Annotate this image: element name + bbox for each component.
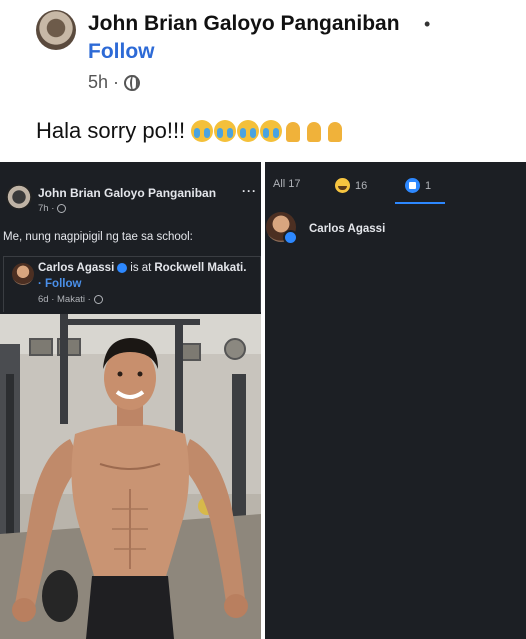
shared-author-avatar[interactable] xyxy=(12,263,34,285)
reactions-panel: All 17 16 1 Carlos Agassi xyxy=(265,162,526,639)
post-time-text: 7h · xyxy=(38,203,55,214)
post-time-text: 5h · xyxy=(88,72,120,92)
loudly-crying-face-icon xyxy=(191,120,214,142)
post-timestamp[interactable]: 5h · xyxy=(88,72,141,93)
author-avatar[interactable] xyxy=(36,10,76,50)
location-link[interactable]: Rockwell Makati. xyxy=(154,262,246,274)
is-at-text: is at xyxy=(130,262,152,274)
reactor-name[interactable]: Carlos Agassi xyxy=(309,223,385,235)
loudly-crying-face-icon xyxy=(260,120,283,142)
name-separator: • xyxy=(424,14,431,34)
shared-post-timestamp[interactable]: 6d · Makati · xyxy=(38,294,103,305)
post-photo[interactable] xyxy=(0,314,261,639)
shared-author-name[interactable]: Carlos Agassi xyxy=(38,262,114,274)
folded-hands-icon xyxy=(304,120,324,142)
loudly-crying-face-icon xyxy=(214,120,237,142)
tab-all[interactable]: All 17 xyxy=(273,178,301,190)
tab-haha[interactable]: 16 xyxy=(335,178,367,193)
globe-icon xyxy=(93,295,103,304)
haha-icon xyxy=(335,178,350,193)
tab-haha-count: 16 xyxy=(355,179,368,192)
like-icon xyxy=(283,230,298,245)
shared-post-card[interactable]: Carlos Agassi is at Rockwell Makati. · F… xyxy=(3,256,261,312)
emoji-group xyxy=(191,120,345,142)
tab-like[interactable]: 1 xyxy=(405,178,431,193)
active-tab-indicator xyxy=(395,202,445,204)
author-name[interactable]: John Brian Galoyo Panganiban xyxy=(88,12,400,36)
tab-like-count: 1 xyxy=(425,179,432,192)
top-post: John Brian Galoyo Panganiban • Follow 5h… xyxy=(0,0,526,162)
shared-author-line: Carlos Agassi is at Rockwell Makati. xyxy=(38,262,246,274)
globe-icon xyxy=(124,74,141,91)
like-icon xyxy=(405,178,420,193)
folded-hands-icon xyxy=(325,120,345,142)
folded-hands-icon xyxy=(283,120,303,142)
gym-photo-illustration xyxy=(0,314,261,639)
more-options-icon[interactable]: ··· xyxy=(242,184,257,198)
author-name[interactable]: John Brian Galoyo Panganiban xyxy=(38,186,216,200)
loudly-crying-face-icon xyxy=(237,120,260,142)
follow-link[interactable]: Follow xyxy=(88,40,155,64)
verified-badge-icon xyxy=(117,263,128,273)
author-avatar[interactable] xyxy=(6,184,32,210)
post-text: Hala sorry po!!! xyxy=(36,118,186,143)
post-text-row: Hala sorry po!!! xyxy=(36,118,345,144)
post-text: Me, nung nagpipigil ng tae sa school: xyxy=(3,231,193,243)
tab-all-label: All 17 xyxy=(273,178,301,190)
globe-icon xyxy=(57,204,67,213)
follow-link[interactable]: · Follow xyxy=(38,278,81,290)
shared-post-screenshot: John Brian Galoyo Panganiban ··· 7h · Me… xyxy=(0,162,261,639)
shared-time-text: 6d · Makati · xyxy=(38,294,91,305)
post-timestamp[interactable]: 7h · xyxy=(38,203,67,214)
